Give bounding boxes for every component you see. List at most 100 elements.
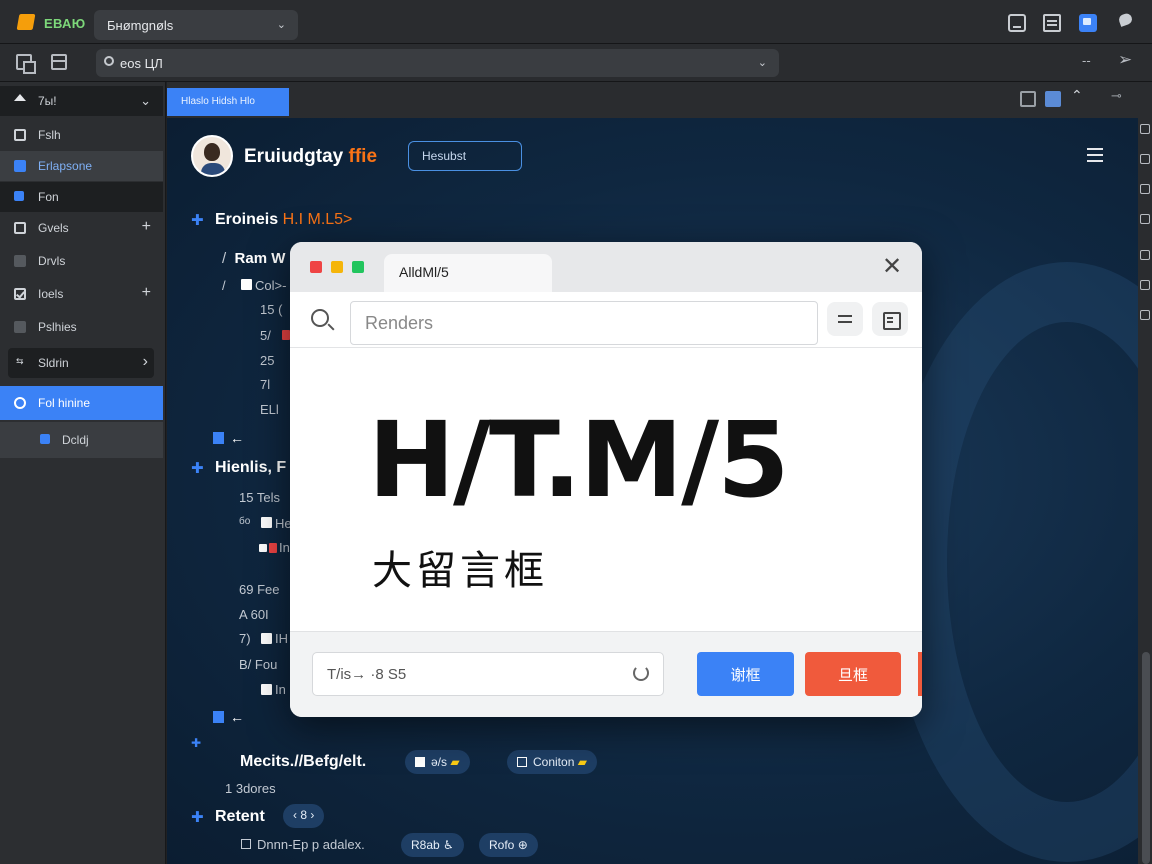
chevron-down-icon: ⌄: [276, 19, 286, 31]
tab-active[interactable]: Hlaslo Hidsh Hlo: [167, 88, 289, 116]
sidebar-item-files[interactable]: Fslh: [0, 120, 163, 150]
tablet-icon[interactable]: [1008, 14, 1026, 32]
code-line: 7l: [260, 377, 271, 392]
sidebar-item-gvels[interactable]: Gvels +: [0, 213, 163, 243]
send-icon[interactable]: ➢: [1118, 50, 1132, 70]
close-icon[interactable]: ✕: [882, 255, 902, 279]
bottom-line: Dnnn-Ep p adalex.: [241, 837, 365, 852]
tag-pill[interactable]: R8ab ♿: [401, 833, 464, 857]
chevron-down-icon[interactable]: ⌄: [758, 56, 767, 69]
footer-edge: [918, 652, 922, 696]
home-icon: [14, 94, 26, 101]
pin-icon[interactable]: [1117, 14, 1135, 32]
footer-input-value: T/is→ ·8 S5: [327, 666, 407, 683]
bookmark-icon: [213, 432, 224, 444]
background-swirl: [887, 262, 1138, 862]
tool-icon[interactable]: [1140, 310, 1150, 320]
sidebar-item-label: Sldrin: [38, 356, 69, 370]
tag-pill[interactable]: Rofo ⊕: [479, 833, 538, 857]
checkbox-icon[interactable]: [259, 544, 267, 552]
pin-icon[interactable]: ⊸: [1111, 88, 1127, 104]
scrollbar[interactable]: [1142, 652, 1150, 864]
back-link[interactable]: ←: [213, 709, 244, 725]
address-field[interactable]: eos ЦЛ ⌄: [96, 49, 779, 77]
tool-icon[interactable]: [1140, 154, 1150, 164]
sidebar-subitem[interactable]: Dcldj: [0, 422, 163, 458]
code-line: ELl: [260, 402, 279, 417]
right-edge-strip: [1138, 82, 1152, 864]
recent-pill[interactable]: ‹ 8 ›: [283, 804, 325, 828]
more-icon[interactable]: --: [1082, 53, 1091, 68]
menu-button[interactable]: [827, 302, 863, 336]
secondary-button[interactable]: 旦框: [805, 652, 901, 696]
sidebar-item-label: Gvels: [38, 221, 69, 235]
modal-footer: T/is→ ·8 S5 谢框 旦框: [290, 631, 922, 717]
sidebar-item-sldrin[interactable]: ⇆ Sldrin ›: [8, 348, 154, 378]
sub-line: A 60I: [239, 607, 269, 622]
square-icon: [415, 757, 425, 767]
search-input[interactable]: [350, 301, 818, 345]
tool-icon[interactable]: [1140, 250, 1150, 260]
footer-input[interactable]: T/is→ ·8 S5: [312, 652, 664, 696]
checkbox-icon[interactable]: [261, 684, 272, 695]
window-icon[interactable]: [1043, 14, 1061, 32]
calculator-button[interactable]: [872, 302, 908, 336]
sidebar-item-workspace[interactable]: Erlapsone: [0, 151, 163, 181]
refresh-icon[interactable]: [633, 665, 649, 681]
sidebar-item-label: Fon: [38, 190, 59, 204]
checkbox-icon[interactable]: [241, 279, 252, 290]
tool-icon[interactable]: [1140, 184, 1150, 194]
sidebar-item-home[interactable]: 7ы! ⌄: [0, 86, 163, 116]
close-dot-icon[interactable]: [310, 261, 322, 273]
sidebar-item-label: Erlapsone: [38, 159, 93, 173]
sidebar-item-label: Fslh: [38, 128, 61, 142]
image-icon[interactable]: [1079, 14, 1097, 32]
tab-selector[interactable]: Бнømgnøls ⌄: [94, 10, 298, 40]
sidebar-item-drvls[interactable]: Drvls: [0, 246, 163, 276]
file-icon: [14, 129, 26, 141]
chevron-down-icon: ⌄: [140, 93, 151, 108]
tool-icon[interactable]: [1140, 214, 1150, 224]
address-url: eos ЦЛ: [120, 56, 163, 71]
arrow-icon: ⇆: [16, 356, 24, 366]
checkbox-icon[interactable]: [261, 517, 272, 528]
sidebar-item-pslhies[interactable]: Pslhies: [0, 312, 163, 342]
panel-icon[interactable]: [51, 54, 67, 70]
sidebar-item-active[interactable]: Fol hinine: [0, 386, 163, 420]
sidebar-item-fon[interactable]: Fon: [0, 182, 163, 212]
code-line: 15 (: [260, 302, 283, 317]
sub-line: 15 Tels: [239, 490, 280, 505]
avatar[interactable]: [191, 135, 233, 177]
add-icon[interactable]: +: [142, 218, 151, 236]
modal-dialog: AlldMl/5 ✕ H/T.M/5 大留言框 T/is→ ·8 S5 谢框 旦…: [290, 242, 922, 717]
menu-icon[interactable]: [1087, 148, 1103, 150]
primary-button[interactable]: 谢框: [697, 652, 794, 696]
code-line-text: Col>-: [255, 278, 287, 293]
search-icon: [104, 56, 114, 66]
back-link[interactable]: ←: [213, 430, 244, 446]
tool-icon[interactable]: [1140, 280, 1150, 290]
header-button[interactable]: Hesubst: [408, 141, 522, 171]
recent-heading: Retent: [215, 808, 265, 825]
checkbox-icon[interactable]: [261, 633, 272, 644]
tag-pill[interactable]: ə/s ▰: [405, 750, 470, 774]
minimize-dot-icon[interactable]: [331, 261, 343, 273]
tool-icon[interactable]: [1140, 124, 1150, 134]
meta-sub: 1 3dores: [225, 781, 276, 796]
sidebar: 7ы! ⌄ Fslh Erlapsone Fon Gvels + Drvls I…: [0, 82, 166, 864]
copy-icon[interactable]: [16, 54, 36, 74]
page-icon: [14, 222, 26, 234]
tag-pill[interactable]: Coniton ▰: [507, 750, 597, 774]
sidebar-item-ioels[interactable]: Ioels +: [0, 279, 163, 309]
modal-tab[interactable]: AlldMl/5: [384, 254, 552, 292]
chevron-up-icon[interactable]: ⌃: [1071, 87, 1087, 103]
main-tab-strip: Hlaslo Hidsh Hlo ⌃ ⊸: [167, 82, 1138, 118]
app-name: ЕВАЮ: [44, 16, 86, 31]
save-icon[interactable]: [1020, 91, 1036, 107]
section-heading: Hienlis, F: [215, 459, 287, 476]
maximize-dot-icon[interactable]: [352, 261, 364, 273]
add-icon[interactable]: +: [142, 284, 151, 302]
tab-selector-label: Бнømgnøls: [107, 18, 174, 33]
image-icon[interactable]: [1045, 91, 1061, 107]
drive-icon: [14, 255, 26, 267]
